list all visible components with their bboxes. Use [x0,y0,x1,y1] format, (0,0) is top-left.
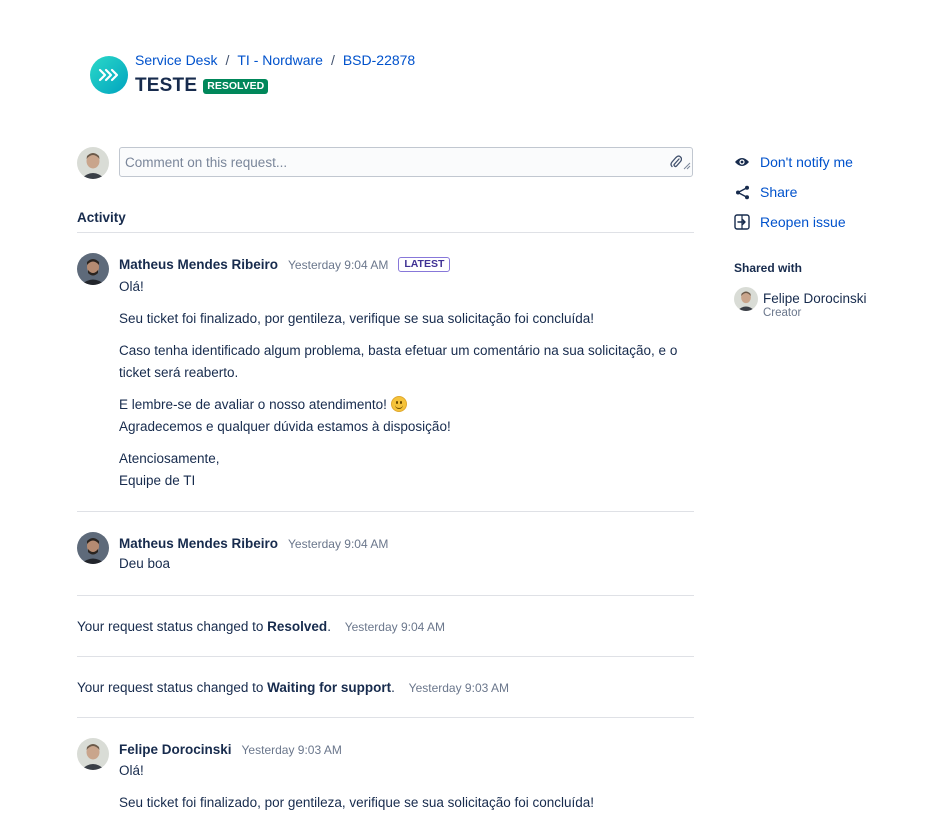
comment-line: Atenciosamente, [119,451,220,466]
avatar [77,147,109,179]
status-change-value: Waiting for support [267,680,392,695]
eye-icon [734,154,750,170]
breadcrumb-issue-key[interactable]: BSD-22878 [343,52,415,68]
share-label: Share [760,184,798,200]
activity-heading: Activity [77,210,126,225]
share-icon [734,184,750,200]
comment-placeholder: Comment on this request... [125,155,288,170]
reopen-issue-button[interactable]: Reopen issue [734,214,846,230]
breadcrumb-project[interactable]: TI - Nordware [237,52,323,68]
comment-body: Olá! Seu ticket foi finalizado, por gent… [119,760,697,824]
breadcrumb-service-desk[interactable]: Service Desk [135,52,217,68]
comment-line: Agradecemos e qualquer dúvida estamos à … [119,419,451,434]
resize-handle-icon[interactable] [683,157,691,175]
activity-comment: Matheus Mendes Ribeiro Yesterday 9:04 AM… [77,532,697,582]
avatar [77,253,109,285]
avatar [77,532,109,564]
status-change-value: Resolved [267,619,328,634]
status-change-prefix: Your request status changed to [77,619,264,634]
comment-timestamp: Yesterday 9:04 AM [288,257,389,272]
status-badge: RESOLVED [203,78,269,94]
share-button[interactable]: Share [734,184,797,200]
shared-user-role: Creator [763,307,802,319]
page-title: TESTE [135,75,198,96]
comment-line: Seu ticket foi finalizado, por gentileza… [119,795,595,810]
comment-body: Deu boa [119,553,697,585]
dont-notify-me-button[interactable]: Don't notify me [734,154,853,170]
shared-user-name: Felipe Dorocinski [763,291,867,306]
avatar [77,738,109,770]
comment-line: Olá! [119,763,144,778]
shared-with-heading: Shared with [734,261,803,275]
activity-comment: Matheus Mendes Ribeiro Yesterday 9:04 AM… [77,253,697,503]
comment-line: Caso tenha identificado algum problema, … [119,343,678,380]
comment-timestamp: Yesterday 9:04 AM [288,536,389,551]
service-desk-logo-icon[interactable] [90,56,128,94]
status-change-timestamp: Yesterday 9:03 AM [408,681,509,695]
status-change-entry: Your request status changed to Waiting f… [77,680,509,695]
comment-line: E lembre-se de avaliar o nosso atendimen… [119,397,387,412]
divider [77,511,694,512]
status-change-timestamp: Yesterday 9:04 AM [344,620,446,634]
title-row: TESTE RESOLVED [135,75,269,97]
comment-body: Olá! Seu ticket foi finalizado, por gent… [119,276,697,502]
comment-header: Felipe Dorocinski Yesterday 9:03 AM [119,742,342,757]
paperclip-icon[interactable] [670,154,683,174]
reopen-issue-label: Reopen issue [760,214,846,230]
comment-author[interactable]: Matheus Mendes Ribeiro [119,257,278,272]
comment-author[interactable]: Felipe Dorocinski [119,742,232,757]
status-change-prefix: Your request status changed to [77,680,264,695]
comment-line: Olá! [119,279,144,294]
status-change-suffix: . [327,619,331,634]
comment-line: Seu ticket foi finalizado, por gentileza… [119,311,595,326]
breadcrumb: Service Desk / TI - Nordware / BSD-22878 [135,52,415,68]
dont-notify-me-label: Don't notify me [760,154,853,170]
reopen-icon [734,214,750,230]
smile-emoji-icon [390,396,407,412]
status-change-suffix: . [391,680,395,695]
divider [77,717,694,718]
divider [77,656,694,657]
comment-header: Matheus Mendes Ribeiro Yesterday 9:04 AM [119,536,388,551]
comment-line: Deu boa [119,556,171,571]
avatar [734,287,758,311]
latest-badge: LATEST [398,257,451,272]
comment-input[interactable]: Comment on this request... [119,147,693,177]
divider [77,595,694,596]
comment-line: Equipe de TI [119,473,196,488]
comment-header: Matheus Mendes Ribeiro Yesterday 9:04 AM… [119,257,451,272]
divider [77,232,694,233]
comment-timestamp: Yesterday 9:03 AM [241,742,342,757]
status-change-entry: Your request status changed to Resolved.… [77,619,445,634]
breadcrumb-separator: / [330,52,335,68]
activity-comment: Felipe Dorocinski Yesterday 9:03 AM Olá!… [77,738,697,826]
comment-author[interactable]: Matheus Mendes Ribeiro [119,536,278,551]
breadcrumb-separator: / [225,52,230,68]
